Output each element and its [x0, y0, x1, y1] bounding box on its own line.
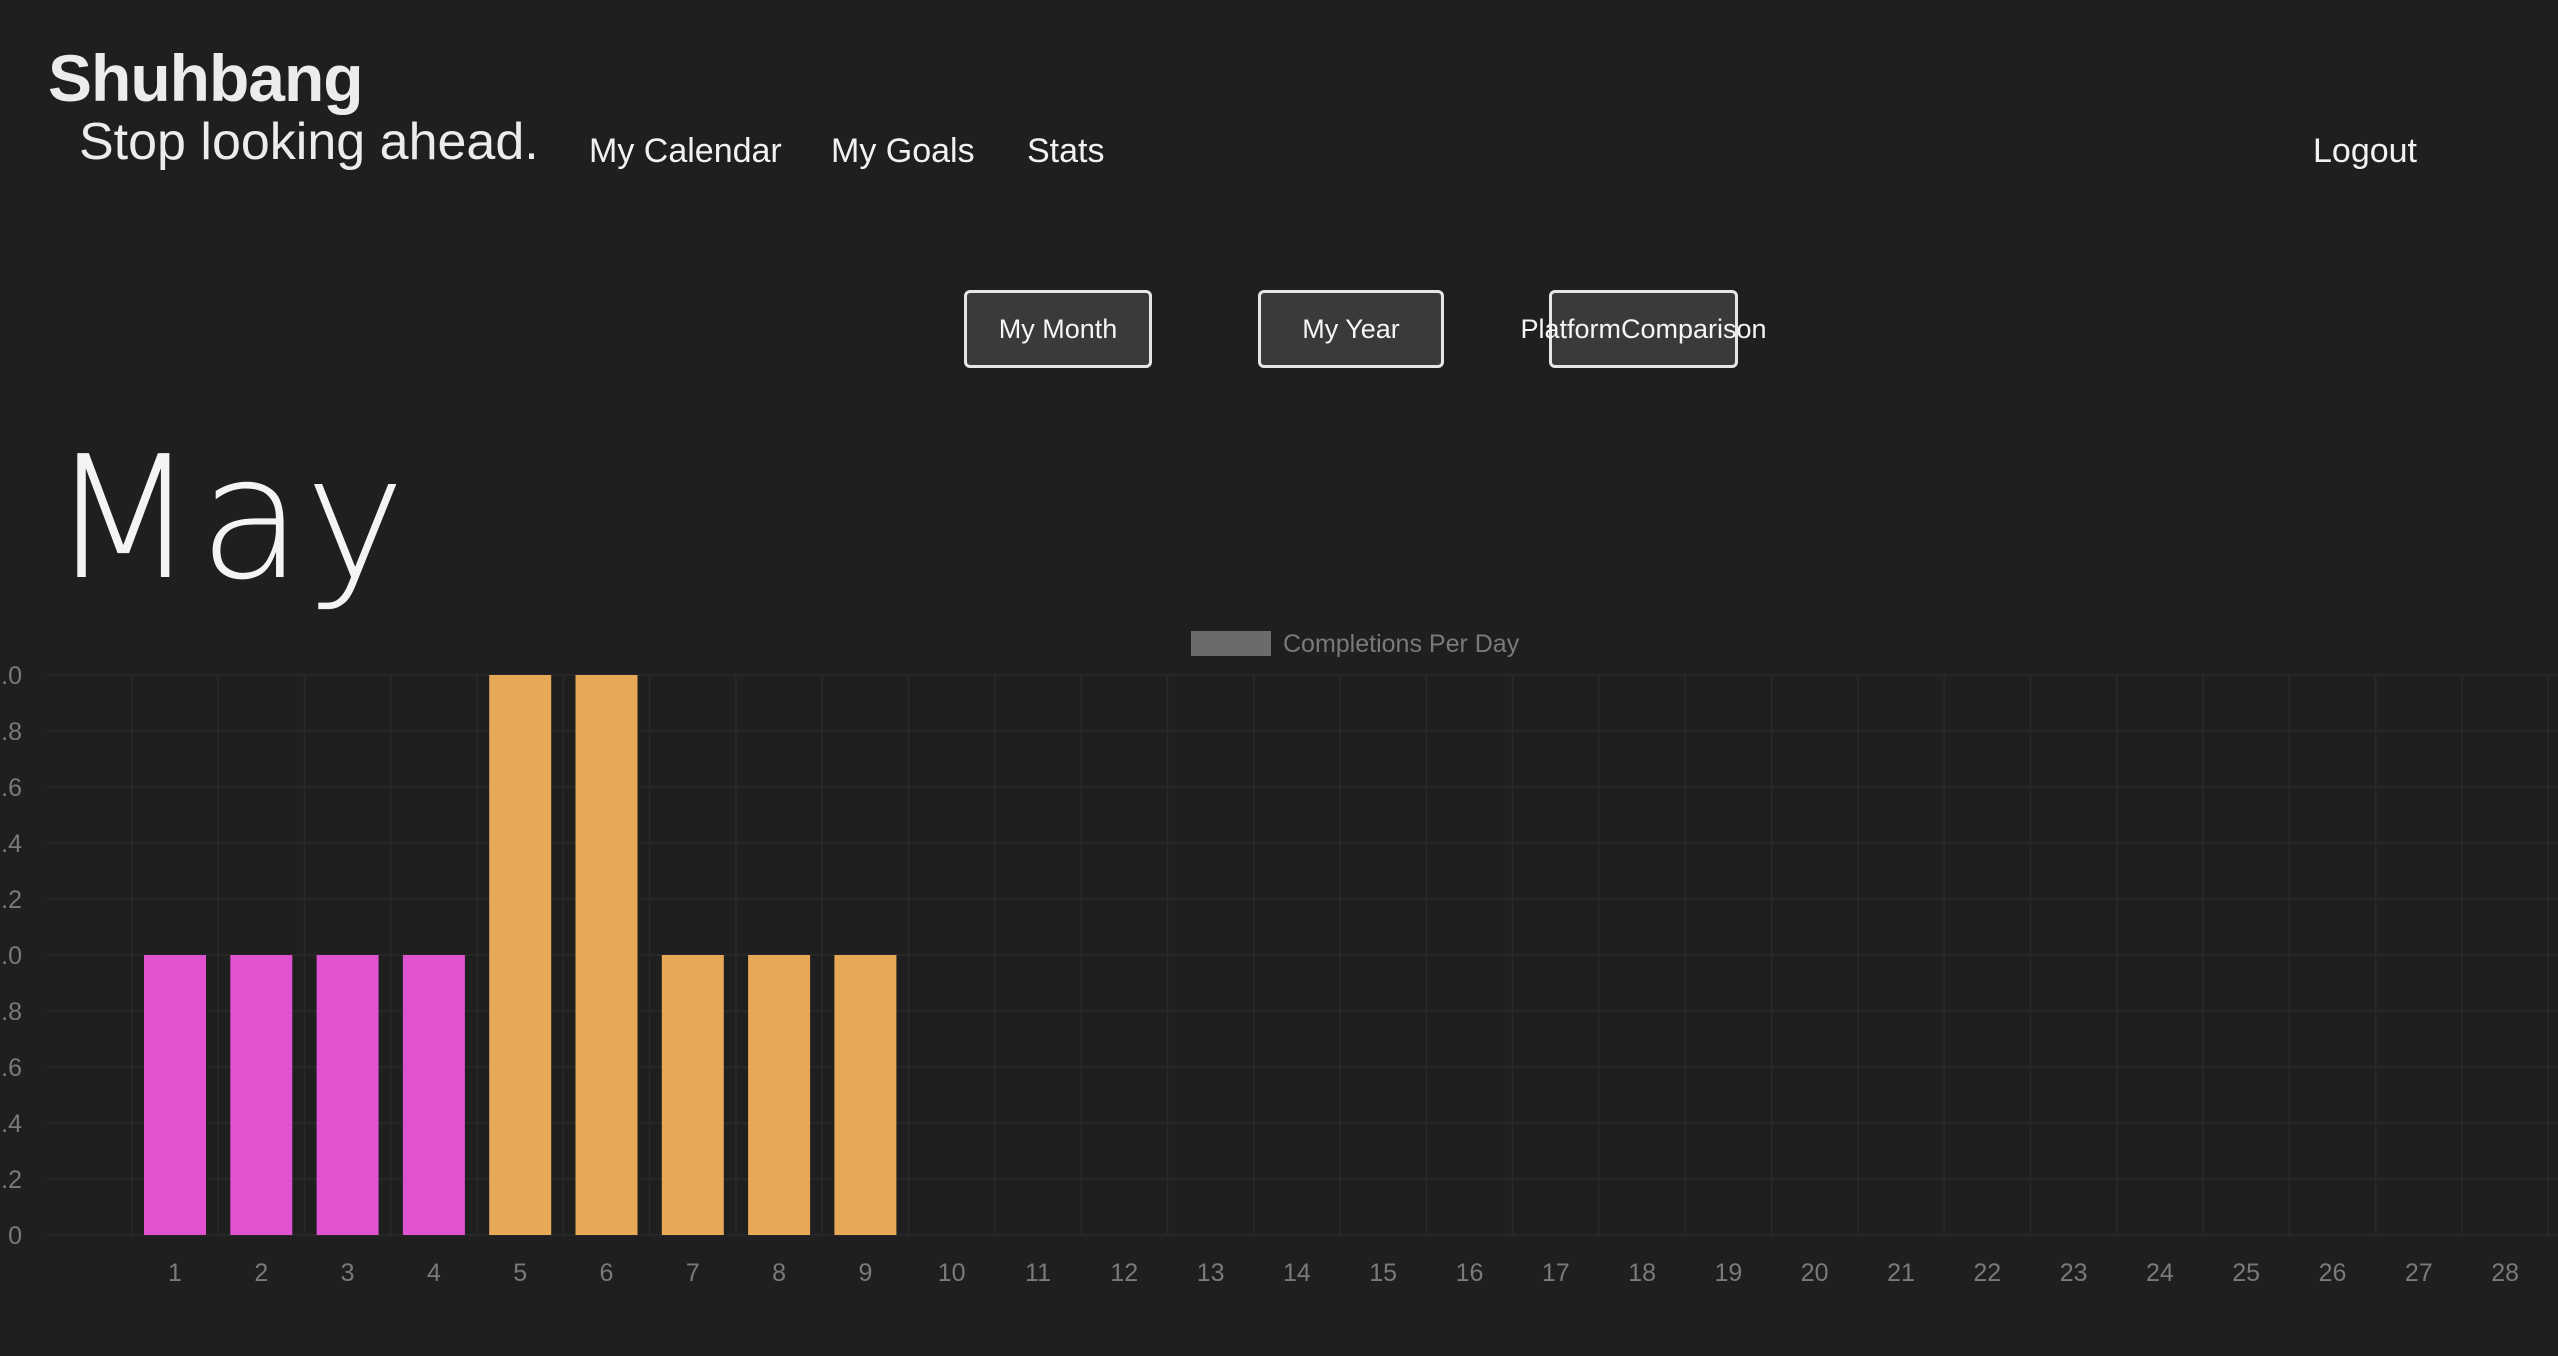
x-tick-label: 21 [1887, 1259, 1915, 1287]
bar-day-8 [748, 955, 811, 1235]
x-tick-label: 3 [341, 1259, 355, 1287]
bar-day-6 [575, 675, 638, 1235]
chart-y-ticks: .0 .8 .6 .4 .2 .0 .8 .6 .4 .2 0 [1, 662, 22, 1250]
y-tick-label: .2 [1, 1166, 22, 1194]
x-tick-label: 6 [600, 1259, 614, 1287]
x-tick-label: 4 [427, 1259, 441, 1287]
y-tick-label: .2 [1, 886, 22, 914]
x-tick-label: 26 [2319, 1259, 2347, 1287]
x-tick-label: 20 [1801, 1259, 1829, 1287]
chart-bars [144, 675, 897, 1235]
y-tick-label: .8 [1, 998, 22, 1026]
bar-day-3 [316, 955, 379, 1235]
completions-bar-chart: .0.8.6.4.2.0.8.6.4.20 1 2 3 4 5 6 7 8 9 10 11 12 13 1… [1, 630, 2558, 1287]
legend-swatch [1191, 631, 1271, 656]
x-tick-label: 17 [1542, 1259, 1570, 1287]
bar-day-1 [144, 955, 206, 1235]
x-tick-label: 25 [2232, 1259, 2260, 1287]
x-tick-label: 5 [513, 1259, 527, 1287]
stats-page: Shuhbang Stop looking ahead. My Calendar… [0, 0, 2558, 1356]
x-tick-label: 18 [1628, 1259, 1656, 1287]
x-tick-label: 11 [1025, 1259, 1051, 1287]
x-tick-label: 16 [1456, 1259, 1484, 1287]
x-tick-label: 23 [2060, 1259, 2088, 1287]
x-tick-label: 8 [772, 1259, 786, 1287]
x-tick-label: 14 [1283, 1259, 1311, 1287]
y-tick-label: 0 [8, 1222, 22, 1250]
x-tick-label: 12 [1110, 1259, 1138, 1287]
x-tick-label: 1 [168, 1259, 182, 1287]
x-tick-label: 24 [2146, 1259, 2174, 1287]
bar-day-2 [230, 955, 293, 1235]
y-tick-label: .0 [1, 662, 22, 690]
bar-day-9 [834, 955, 897, 1235]
chart-legend[interactable]: Completions Per Day [1191, 630, 1520, 658]
x-tick-label: 7 [686, 1259, 700, 1287]
legend-label: Completions Per Day [1283, 630, 1520, 658]
y-tick-label: .6 [1, 1054, 22, 1082]
x-tick-label: 22 [1973, 1259, 2001, 1287]
bar-day-4 [402, 955, 465, 1235]
y-tick-label: .4 [1, 830, 22, 858]
chart-x-ticks: 1 2 3 4 5 6 7 8 9 10 11 12 13 14 15 16 17 18 19 20 21 22 23 24 2… [168, 1259, 2519, 1287]
bar-day-5 [489, 675, 552, 1235]
x-tick-label: 9 [858, 1259, 872, 1287]
y-tick-label: .8 [1, 718, 22, 746]
bar-day-7 [661, 955, 724, 1235]
x-tick-label: 28 [2491, 1259, 2519, 1287]
x-tick-label: 13 [1197, 1259, 1225, 1287]
y-tick-label: .4 [1, 1110, 22, 1138]
x-tick-label: 2 [254, 1259, 268, 1287]
x-tick-label: 15 [1369, 1259, 1397, 1287]
x-tick-label: 10 [938, 1259, 966, 1287]
x-tick-label: 19 [1714, 1259, 1742, 1287]
y-tick-label: .6 [1, 774, 22, 802]
y-tick-label: .0 [1, 942, 22, 970]
x-tick-label: 27 [2405, 1259, 2433, 1287]
